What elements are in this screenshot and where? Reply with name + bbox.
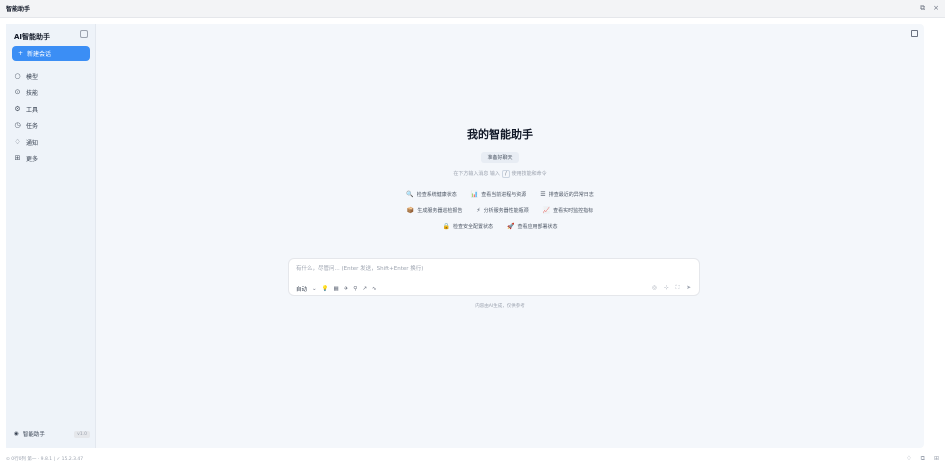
plus-icon: + [18,50,24,57]
suggestion-chip[interactable]: 🔍 检查系统健康状态 [403,188,460,200]
chip-label: 排查最近的异常日志 [548,191,594,198]
document-icon: ☰ [540,190,546,198]
sidebar-item-label: 模型 [26,73,39,81]
status-actions: ♢ ⧉ ⊞ [906,455,939,463]
lightning-icon: ⚡ [476,206,481,214]
collapse-sidebar-icon[interactable] [80,30,88,38]
sidebar-item-models[interactable]: ○ 模型 [14,68,90,85]
footer-label: 智能助手 [22,432,45,438]
window-controls: ⧉ × [920,4,939,13]
version-badge: v1.0 [74,430,90,438]
hint-text-post: 使用技能和命令 [511,171,547,177]
bell-icon: ♢ [14,137,21,146]
wave-icon[interactable]: ∿ [372,286,377,292]
chip-row: 🔒 检查安全配置状态 🚀 查看应用部署状态 [440,220,561,232]
sidebar-item-tools[interactable]: ⚙ 工具 [14,101,90,118]
close-window-button[interactable]: × [933,4,939,13]
hint-text-pre: 在下方输入消息 输入 [453,171,500,177]
search-icon[interactable]: ⚲ [353,286,357,292]
window-title: 智能助手 [6,6,31,13]
window-icon[interactable]: ⧉ [921,455,925,463]
sidebar-nav: ○ 模型 ⊙ 技能 ⚙ 工具 ◷ 任务 ♢ 通知 ⊞ 更多 [14,68,90,167]
grid-icon: ⊞ [14,154,21,163]
status-text: ⊙ 0行0列 第一 · 9.8.1 | ✓ 15.2.3.47 [6,457,84,462]
chip-label: 查看当前进程与资源 [481,191,527,198]
ai-disclaimer: 内容由AI生成，仅供参考 [475,304,525,309]
send-icon[interactable]: ➤ [686,285,691,292]
restore-window-button[interactable]: ⧉ [920,4,925,13]
chip-label: 检查安全配置状态 [452,223,493,230]
search-icon: 🔍 [406,190,414,198]
chevron-down-icon[interactable]: ⌄ [312,286,317,292]
app-window: AI智能助手 + 新建会话 ○ 模型 ⊙ 技能 ⚙ 工具 ◷ 任务 ♢ 通知 ⊞… [6,24,924,448]
welcome-hero: 我的智能助手 准备好聊天 在下方输入消息 输入 / 使用技能和命令 [300,126,700,178]
suggestion-chip[interactable]: 🚀 查看应用部署状态 [504,220,561,232]
sidebar-item-label: 通知 [26,139,39,147]
circle-icon: ○ [14,71,21,80]
sidebar-footer[interactable]: ◉ 智能助手 v1.0 [14,430,90,438]
image-icon[interactable]: ▦ [333,286,338,292]
sidebar-item-more[interactable]: ⊞ 更多 [14,151,90,168]
slash-key-badge: / [501,170,510,178]
grid-icon[interactable]: ⊞ [934,455,939,463]
sidebar: AI智能助手 + 新建会话 ○ 模型 ⊙ 技能 ⚙ 工具 ◷ 任务 ♢ 通知 ⊞… [6,24,96,448]
message-composer: 有什么，尽管问... (Enter 发送，Shift+Enter 换行) 自动 … [288,258,700,296]
suggestion-chip[interactable]: ⚡ 分析服务器性能瓶颈 [473,204,531,216]
suggestion-chip[interactable]: ☰ 排查最近的异常日志 [537,188,596,200]
chip-row: 📦 生成服务器巡检报告 ⚡ 分析服务器性能瓶颈 📈 查看实时监控指标 [404,204,596,216]
composer-actions: ◎ ⊹ ⛶ ➤ [652,285,691,292]
suggestion-chips: 🔍 检查系统健康状态 📊 查看当前进程与资源 ☰ 排查最近的异常日志 📦 生成服务器巡检… [300,188,700,232]
status-bar: ⊙ 0行0列 第一 · 9.8.1 | ✓ 15.2.3.47 ♢ ⧉ ⊞ [0,450,945,468]
attach-icon[interactable]: ⊹ [664,285,669,292]
mic-icon[interactable]: ◎ [652,285,657,292]
suggestion-chip[interactable]: 📈 查看实时监控指标 [540,204,597,216]
chip-row: 🔍 检查系统健康状态 📊 查看当前进程与资源 ☰ 排查最近的异常日志 [403,188,596,200]
suggestion-chip[interactable]: 📊 查看当前进程与资源 [468,188,530,200]
chip-label: 生成服务器巡检报告 [417,207,463,214]
assistant-avatar-icon: ◉ [14,431,19,437]
chip-label: 检查系统健康状态 [416,191,457,198]
chip-label: 查看实时监控指标 [553,207,594,214]
suggestion-chip[interactable]: 🔒 检查安全配置状态 [440,220,497,232]
message-input[interactable]: 有什么，尽管问... (Enter 发送，Shift+Enter 换行) [296,264,423,272]
composer-tools: 自动 ⌄ 💡 ▦ ✈ ⚲ ↗ ∿ [296,285,377,293]
mode-selector[interactable]: 自动 [296,285,307,293]
suggestion-chip[interactable]: 📦 生成服务器巡检报告 [404,204,466,216]
sidebar-item-label: 更多 [26,156,39,164]
chart-icon: 📊 [470,190,479,198]
title-bar: 智能助手 ⧉ × [0,0,945,18]
chip-label: 查看应用部署状态 [517,223,558,230]
clock-icon: ◷ [14,121,21,130]
package-icon: 📦 [406,206,415,214]
input-hint: 在下方输入消息 输入 / 使用技能和命令 [300,170,700,178]
sidebar-item-tasks[interactable]: ◷ 任务 [14,118,90,135]
sidebar-item-label: 技能 [26,90,39,98]
trend-icon: 📈 [542,206,551,214]
sidebar-item-label: 工具 [26,106,39,114]
sidebar-item-skills[interactable]: ⊙ 技能 [14,85,90,102]
status-badge: 准备好聊天 [481,152,519,163]
page-title: 我的智能助手 [467,128,533,141]
rocket-icon: 🚀 [507,222,515,230]
expand-icon[interactable]: ⛶ [676,285,680,292]
lock-icon: 🔒 [442,222,450,230]
gear-icon: ⚙ [14,104,21,113]
app-brand: AI智能助手 [14,33,51,41]
target-icon: ⊙ [14,88,21,97]
panel-toggle-icon[interactable] [911,30,918,37]
link-icon[interactable]: ↗ [362,286,367,292]
new-chat-button[interactable]: + 新建会话 [12,46,90,61]
chip-label: 分析服务器性能瓶颈 [483,207,529,214]
sidebar-item-label: 任务 [26,123,39,131]
idea-icon[interactable]: 💡 [322,286,329,292]
bell-icon[interactable]: ♢ [906,455,911,463]
sidebar-item-notifications[interactable]: ♢ 通知 [14,134,90,151]
new-chat-label: 新建会话 [27,51,52,58]
send-plane-icon[interactable]: ✈ [344,286,349,292]
